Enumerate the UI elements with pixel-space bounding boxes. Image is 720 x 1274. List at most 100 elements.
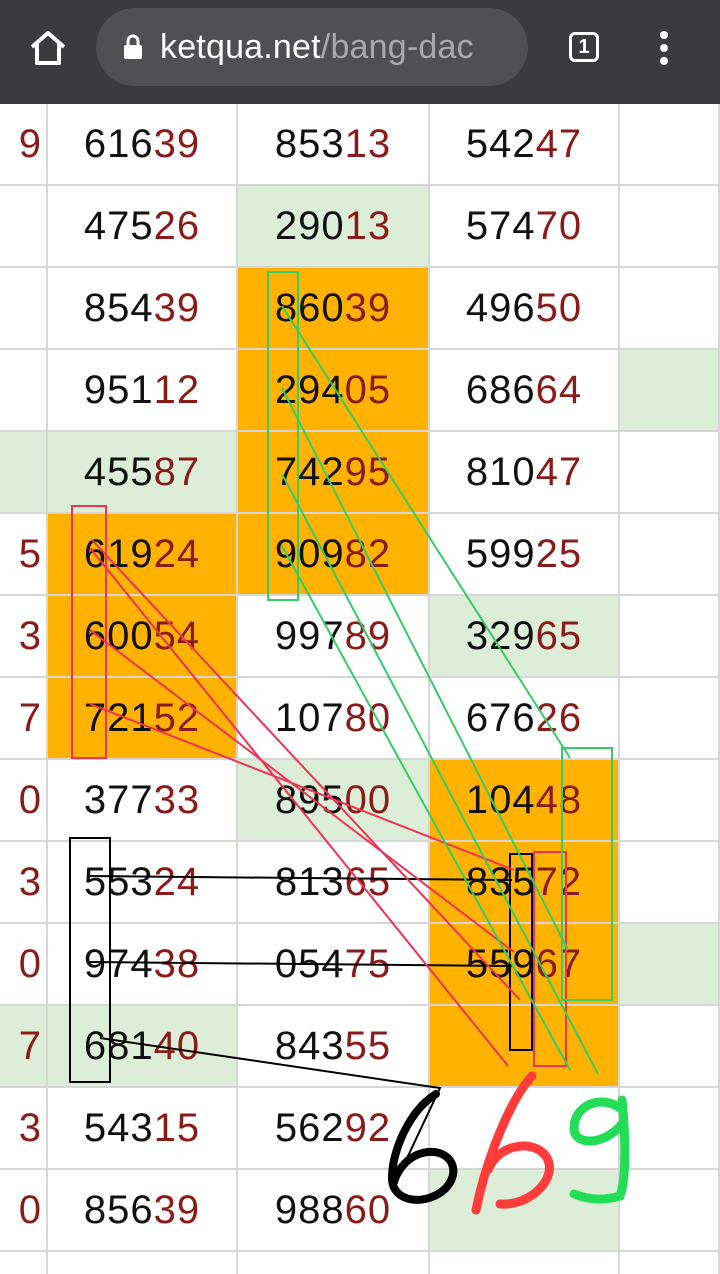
cell-prefix: 676 bbox=[465, 695, 536, 740]
lock-icon bbox=[122, 33, 144, 61]
table-cell bbox=[620, 1006, 720, 1088]
cell-prefix: 290 bbox=[274, 203, 345, 248]
table-cell: 619 24 bbox=[48, 514, 238, 596]
cell-prefix: 619 bbox=[83, 531, 154, 576]
table-cell: 377 33 bbox=[48, 760, 238, 842]
cell-suffix: 33 bbox=[153, 777, 201, 822]
overflow-menu-icon bbox=[660, 31, 668, 65]
table-cell: 988 60 bbox=[238, 1170, 430, 1252]
cell-prefix: 496 bbox=[465, 285, 536, 330]
cell-prefix: 054 bbox=[274, 941, 345, 986]
table-cell bbox=[620, 596, 720, 678]
cell-digit: 0 bbox=[18, 777, 42, 822]
table-cell: 9 bbox=[0, 104, 48, 186]
table-cell: 997 89 bbox=[238, 596, 430, 678]
cell-suffix: 39 bbox=[153, 285, 201, 330]
table-cell: 854 39 bbox=[48, 268, 238, 350]
table-cell bbox=[430, 1088, 620, 1170]
cell-suffix: 40 bbox=[153, 1023, 201, 1068]
cell-digit: 3 bbox=[18, 613, 42, 658]
table-cell bbox=[0, 432, 48, 514]
table-cell: 813 65 bbox=[238, 842, 430, 924]
table-cell bbox=[620, 678, 720, 760]
cell-prefix: 742 bbox=[274, 449, 345, 494]
cell-suffix: 92 bbox=[344, 1105, 392, 1150]
cell-suffix: 24 bbox=[153, 531, 201, 576]
table-cell: 856 39 bbox=[48, 1170, 238, 1252]
cell-suffix: 47 bbox=[535, 121, 583, 166]
table-cell: 810 47 bbox=[430, 432, 620, 514]
table-cell: 0 bbox=[0, 1170, 48, 1252]
table-cell: 721 52 bbox=[48, 678, 238, 760]
cell-suffix: 95 bbox=[344, 449, 392, 494]
cell-prefix: 951 bbox=[83, 367, 154, 412]
cell-digit: 9 bbox=[18, 121, 42, 166]
table-cell: 104 48 bbox=[430, 760, 620, 842]
cell-suffix: 80 bbox=[344, 695, 392, 740]
table-cell: 496 50 bbox=[430, 268, 620, 350]
table-cell bbox=[620, 924, 720, 1006]
cell-prefix: 988 bbox=[274, 1187, 345, 1232]
cell-prefix: 475 bbox=[83, 203, 154, 248]
table-cell: 0 bbox=[0, 924, 48, 1006]
cell-suffix: 38 bbox=[153, 941, 201, 986]
cell-suffix: 25 bbox=[535, 531, 583, 576]
table-cell bbox=[620, 760, 720, 842]
tab-switcher-icon: 1 bbox=[569, 32, 599, 62]
address-bar[interactable]: ketqua.net/bang-dac bbox=[96, 8, 528, 86]
table-cell bbox=[430, 1006, 620, 1088]
table-cell: 329 65 bbox=[430, 596, 620, 678]
cell-prefix: 810 bbox=[465, 449, 536, 494]
table-cell bbox=[620, 268, 720, 350]
cell-prefix: 664 bbox=[84, 1270, 154, 1274]
table-cell bbox=[620, 186, 720, 268]
table-cell bbox=[0, 350, 48, 432]
table-cell: 616 39 bbox=[48, 104, 238, 186]
cell-digit: 7 bbox=[18, 1023, 42, 1068]
cell-suffix: 26 bbox=[535, 695, 583, 740]
table-cell: 7 bbox=[0, 678, 48, 760]
url-path: /bang-dac bbox=[320, 27, 474, 66]
cell-suffix: 39 bbox=[153, 1187, 201, 1232]
cell-digit: 0 bbox=[18, 941, 42, 986]
cell-suffix: 72 bbox=[535, 859, 583, 904]
table-cell: 599 25 bbox=[430, 514, 620, 596]
cell-digit: 5 bbox=[19, 1270, 42, 1274]
url-text: ketqua.net/bang-dac bbox=[160, 28, 474, 67]
cell-suffix: 12 bbox=[153, 367, 201, 412]
cell-prefix: 562 bbox=[274, 1105, 345, 1150]
cell-suffix: 82 bbox=[344, 531, 392, 576]
cell-prefix: 311 bbox=[276, 1270, 343, 1274]
cell-suffix: 65 bbox=[535, 613, 583, 658]
cell-prefix: 686 bbox=[465, 367, 536, 412]
table-cell: 107 80 bbox=[238, 678, 430, 760]
table-cell: 3 bbox=[0, 1088, 48, 1170]
cell-suffix: 77 bbox=[343, 1270, 390, 1274]
cell-prefix: 107 bbox=[274, 695, 345, 740]
cell-prefix: 854 bbox=[83, 285, 154, 330]
cell-suffix: 00 bbox=[344, 777, 392, 822]
cell-suffix: 50 bbox=[535, 285, 583, 330]
overflow-menu-button[interactable] bbox=[644, 24, 684, 72]
cell-digit: 3 bbox=[18, 1105, 42, 1150]
cell-prefix: 542 bbox=[465, 121, 536, 166]
table-cell: 31177 bbox=[238, 1252, 430, 1274]
browser-toolbar: ketqua.net/bang-dac 1 bbox=[0, 0, 720, 104]
table-cell: 290 13 bbox=[238, 186, 430, 268]
cell-suffix: 65 bbox=[344, 859, 392, 904]
cell-prefix: 599 bbox=[465, 531, 536, 576]
cell-prefix: 616 bbox=[83, 121, 154, 166]
cell-prefix: 860 bbox=[274, 285, 345, 330]
cell-prefix: 329 bbox=[465, 613, 536, 658]
table-cell: 860 39 bbox=[238, 268, 430, 350]
cell-digit: 0 bbox=[18, 1187, 42, 1232]
table-cell bbox=[620, 1170, 720, 1252]
cell-suffix: 67 bbox=[535, 941, 583, 986]
table-cell: 951 12 bbox=[48, 350, 238, 432]
cell-prefix: 974 bbox=[83, 941, 154, 986]
table-cell: 543 15 bbox=[48, 1088, 238, 1170]
home-button[interactable] bbox=[18, 22, 78, 74]
table-cell: 574 70 bbox=[430, 186, 620, 268]
cell-prefix: 813 bbox=[274, 859, 345, 904]
tab-switcher-button[interactable]: 1 bbox=[562, 27, 606, 67]
